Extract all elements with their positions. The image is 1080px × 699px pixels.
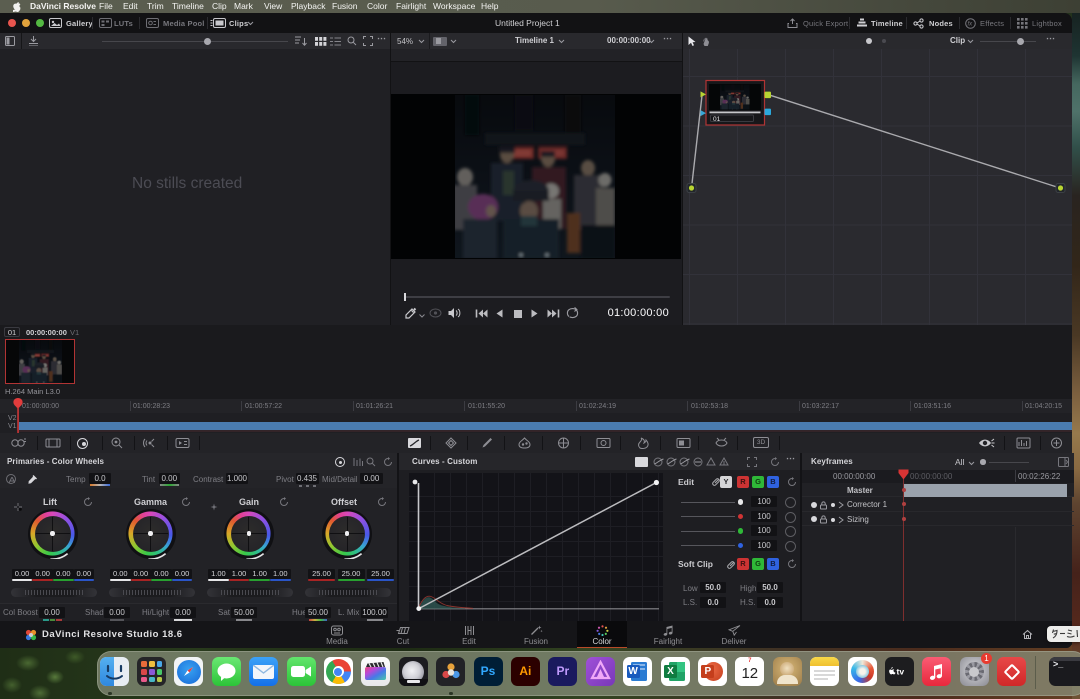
svg-text:01: 01: [713, 116, 721, 123]
svg-text:fx: fx: [968, 22, 974, 28]
svg-text:tv: tv: [896, 667, 904, 677]
